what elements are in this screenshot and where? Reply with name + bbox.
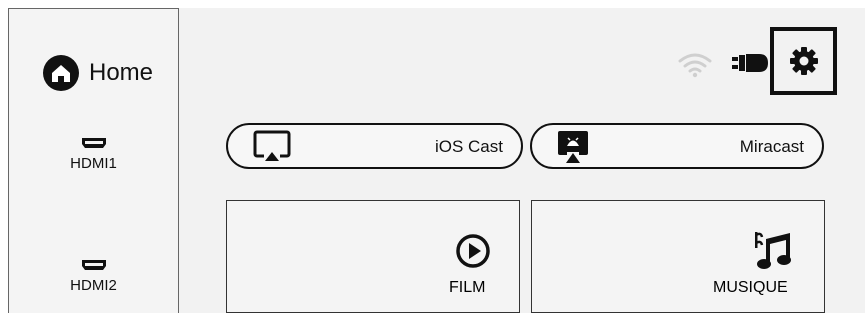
tile-musique[interactable]: MUSIQUE	[531, 200, 825, 313]
airplay-icon	[253, 130, 291, 161]
ios-cast-label: iOS Cast	[434, 137, 503, 156]
miracast-button[interactable]: Miracast	[530, 123, 824, 169]
film-label: FILM	[449, 279, 486, 296]
hdmi-port-icon	[81, 138, 106, 148]
sidebar-item-hdmi2[interactable]: HDMI2	[9, 259, 178, 294]
hdmi2-label: HDMI2	[70, 277, 117, 294]
hdmi1-label: HDMI1	[70, 155, 117, 172]
android-cast-icon	[558, 131, 588, 163]
music-notes-icon	[755, 232, 791, 269]
power-plug-icon	[732, 54, 768, 72]
wifi-icon	[678, 53, 712, 78]
home-label: Home	[89, 59, 154, 86]
tile-film[interactable]: FILM	[226, 200, 520, 313]
hdmi-port-icon	[81, 260, 106, 270]
sidebar-item-home[interactable]: Home	[41, 53, 153, 93]
musique-label: MUSIQUE	[713, 279, 788, 296]
sidebar-item-hdmi1[interactable]: HDMI1	[9, 137, 178, 172]
home-icon	[43, 55, 79, 91]
sidebar: Home HDMI1 HDMI2	[8, 8, 179, 313]
play-circle-icon	[456, 234, 490, 268]
miracast-label: Miracast	[739, 137, 804, 156]
ios-cast-button[interactable]: iOS Cast	[226, 123, 523, 169]
settings-button[interactable]	[770, 27, 837, 95]
settings-gear-icon	[789, 47, 818, 75]
